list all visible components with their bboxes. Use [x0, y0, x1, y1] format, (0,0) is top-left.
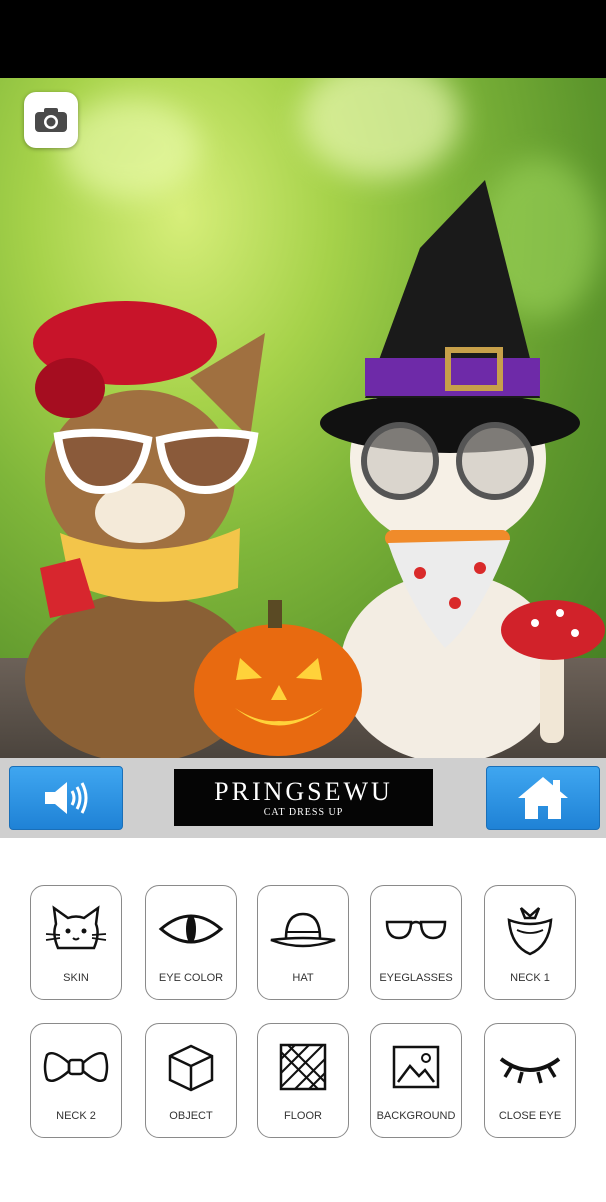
bandana-icon — [507, 907, 553, 956]
status-bar — [0, 0, 606, 78]
menu-eyeglasses-button[interactable]: EYEGLASSES — [370, 885, 462, 1000]
menu-item-label: NECK 2 — [56, 1110, 96, 1122]
app-title: PRINGSEWU — [214, 776, 393, 806]
bowtie-icon — [43, 1052, 109, 1082]
menu-neck-2-button[interactable]: NECK 2 — [30, 1023, 122, 1138]
floor-tile-icon — [279, 1043, 327, 1091]
eye-icon — [158, 914, 224, 944]
closed-eye-icon — [499, 1057, 561, 1084]
menu-skin-button[interactable]: SKIN — [30, 885, 122, 1000]
sound-toggle-button[interactable] — [9, 766, 123, 830]
app-subtitle: CAT DRESS UP — [263, 806, 344, 818]
home-icon — [518, 777, 568, 819]
dress-up-scene — [0, 78, 606, 758]
menu-close-eye-button[interactable]: CLOSE EYE — [484, 1023, 576, 1138]
cube-icon — [168, 1044, 214, 1092]
camera-button[interactable] — [24, 92, 78, 148]
cats-illustration — [25, 180, 605, 758]
menu-hat-button[interactable]: HAT — [257, 885, 349, 1000]
menu-item-label: FLOOR — [284, 1110, 322, 1122]
menu-item-label: OBJECT — [169, 1110, 213, 1122]
menu-item-label: EYE COLOR — [158, 972, 224, 984]
hat-icon — [270, 912, 336, 948]
home-button[interactable] — [486, 766, 600, 830]
menu-item-label: NECK 1 — [510, 972, 550, 984]
camera-icon — [35, 108, 67, 132]
menu-eye-color-button[interactable]: EYE COLOR — [145, 885, 237, 1000]
image-icon — [392, 1045, 440, 1089]
menu-item-label: CLOSE EYE — [498, 1110, 562, 1122]
speaker-icon — [45, 782, 88, 814]
menu-item-label: BACKGROUND — [376, 1110, 456, 1122]
menu-object-button[interactable]: OBJECT — [145, 1023, 237, 1138]
menu-item-label: HAT — [292, 972, 314, 984]
cat-face-icon — [45, 905, 107, 950]
category-menu: SKIN EYE COLOR HAT EYEGLASSES NECK 1 NEC… — [0, 838, 606, 1202]
menu-background-button[interactable]: BACKGROUND — [370, 1023, 462, 1138]
menu-neck-1-button[interactable]: NECK 1 — [484, 885, 576, 1000]
app-title-banner: PRINGSEWU CAT DRESS UP — [174, 769, 433, 826]
menu-item-label: EYEGLASSES — [379, 972, 453, 984]
menu-floor-button[interactable]: FLOOR — [257, 1023, 349, 1138]
eyeglasses-icon — [385, 920, 447, 940]
menu-item-label: SKIN — [63, 972, 89, 984]
